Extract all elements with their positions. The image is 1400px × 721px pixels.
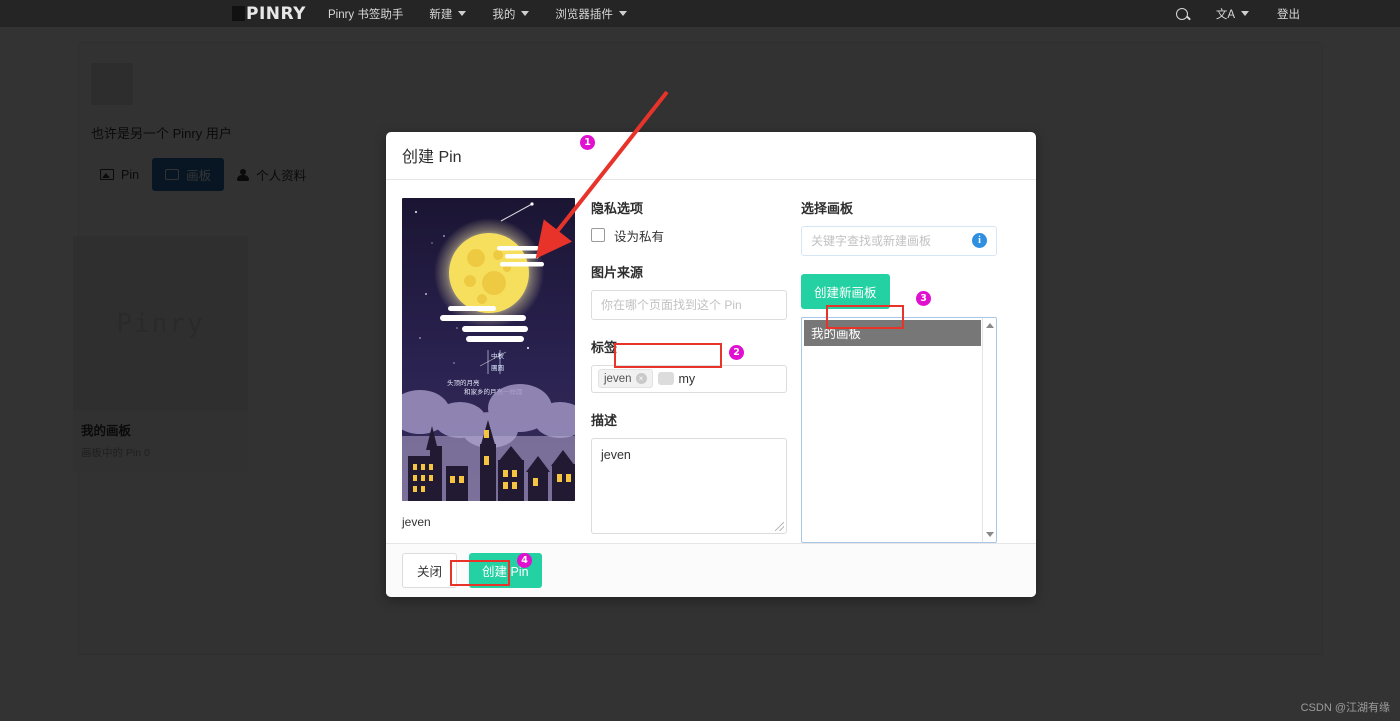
- nav-item-extension-label: 浏览器插件: [555, 8, 613, 21]
- tag-chip-label: jeven: [604, 372, 632, 385]
- create-board-button[interactable]: 创建新画板: [801, 273, 890, 309]
- tags-field-wrap: jeven × my: [591, 364, 787, 393]
- board-column: 选择画板 关键字查找或新建画板 i 创建新画板 我的画板: [801, 198, 997, 543]
- nav-item-helper[interactable]: Pinry 书签助手: [328, 6, 403, 22]
- tag-typed-text: my: [678, 371, 696, 386]
- modal-title: 创建 Pin: [402, 149, 462, 167]
- private-checkbox-row[interactable]: 设为私有: [591, 226, 787, 245]
- logout-link[interactable]: 登出: [1277, 6, 1300, 22]
- logout-label: 登出: [1277, 8, 1300, 21]
- annotation-badge-2: 2: [729, 345, 744, 360]
- annotation-badge-1: 1: [580, 135, 595, 150]
- pin-image-preview: 中秋 團圓 头顶的月亮 和家乡的月亮一样圆: [402, 197, 575, 501]
- nav-item-mine-label: 我的: [492, 8, 516, 21]
- image-column: 中秋 團圓 头顶的月亮 和家乡的月亮一样圆 jeven: [402, 197, 577, 543]
- navbar-right: 文A 登出: [1148, 6, 1400, 22]
- description-textarea[interactable]: jeven: [591, 437, 787, 534]
- nav-item-new-label: 新建: [429, 8, 453, 21]
- nav-item-helper-label: Pinry 书签助手: [327, 8, 404, 21]
- description-label: 描述: [591, 412, 618, 428]
- close-icon[interactable]: ×: [635, 373, 647, 385]
- private-checkbox[interactable]: [591, 228, 605, 243]
- top-navbar: PINRY Pinry 书签助手 新建 我的 浏览器插件 文A 登出: [0, 0, 1400, 27]
- tag-chip[interactable]: jeven ×: [598, 369, 653, 389]
- boards-label: 选择画板: [801, 200, 854, 216]
- board-listbox[interactable]: 我的画板: [801, 316, 997, 543]
- annotation-badge-4: 4: [517, 553, 532, 568]
- private-checkbox-label: 设为私有: [614, 229, 665, 244]
- navbar-items: Pinry 书签助手 新建 我的 浏览器插件: [328, 6, 653, 22]
- nav-item-mine[interactable]: 我的: [492, 6, 530, 22]
- board-list-scrollbar[interactable]: [982, 317, 996, 542]
- scroll-down-icon[interactable]: [986, 531, 994, 537]
- chevron-down-icon: [521, 11, 530, 16]
- language-icon: 文A: [1215, 8, 1235, 21]
- form-column: 隐私选项 设为私有 图片来源 你在哪个页面找到这个 Pin 标签 jeven ×: [591, 198, 787, 543]
- source-input[interactable]: 你在哪个页面找到这个 Pin: [591, 289, 787, 320]
- create-pin-modal: 创建 Pin 中秋 團圓 头顶的月亮 和家乡的月亮一样圆 jeven 隐私选项 …: [386, 132, 1036, 597]
- image-caption: jeven: [402, 514, 431, 529]
- chevron-down-icon: [458, 11, 467, 16]
- screen: 也许是另一个 Pinry 用户 Pin 画板 个人资料 Pinry 我的画: [0, 0, 1400, 721]
- board-search-placeholder: 关键字查找或新建画板: [811, 234, 932, 249]
- description-value: jeven: [601, 447, 631, 462]
- brand-text: PINRY: [246, 3, 306, 24]
- info-icon[interactable]: i: [972, 233, 987, 249]
- search-button[interactable]: [1175, 7, 1188, 20]
- privacy-label: 隐私选项: [591, 200, 644, 216]
- source-label: 图片来源: [591, 264, 644, 280]
- tags-label: 标签: [591, 339, 618, 355]
- scroll-up-icon[interactable]: [986, 322, 994, 328]
- nav-item-new[interactable]: 新建: [429, 6, 467, 22]
- svg-text:头顶的月亮: 头顶的月亮: [447, 378, 480, 387]
- nav-item-extension[interactable]: 浏览器插件: [555, 6, 627, 22]
- language-switcher[interactable]: 文A: [1216, 6, 1249, 22]
- tag-chip-placeholder: [657, 372, 674, 386]
- svg-text:團圓: 團圓: [491, 364, 504, 372]
- watermark: CSDN @江湖有缘: [1300, 702, 1390, 714]
- chevron-down-icon: [1241, 11, 1249, 16]
- annotation-badge-3: 3: [916, 291, 931, 306]
- board-option-my-board[interactable]: 我的画板: [804, 319, 981, 346]
- search-icon: [1175, 7, 1188, 20]
- board-search-input[interactable]: 关键字查找或新建画板 i: [801, 225, 997, 256]
- brand-logo[interactable]: PINRY: [232, 4, 306, 24]
- tags-input[interactable]: jeven × my: [591, 364, 787, 393]
- modal-body: 中秋 團圓 头顶的月亮 和家乡的月亮一样圆 jeven 隐私选项 设为私有 图片…: [386, 180, 1036, 543]
- moon-illustration: 中秋 團圓 头顶的月亮 和家乡的月亮一样圆: [402, 197, 575, 501]
- modal-header: 创建 Pin: [386, 132, 1036, 180]
- chevron-down-icon: [618, 11, 627, 16]
- modal-footer: 关闭 创建 Pin: [386, 542, 1036, 597]
- close-button[interactable]: 关闭: [402, 552, 458, 588]
- brand-square-icon: [232, 6, 245, 21]
- resize-handle-icon[interactable]: [775, 521, 784, 531]
